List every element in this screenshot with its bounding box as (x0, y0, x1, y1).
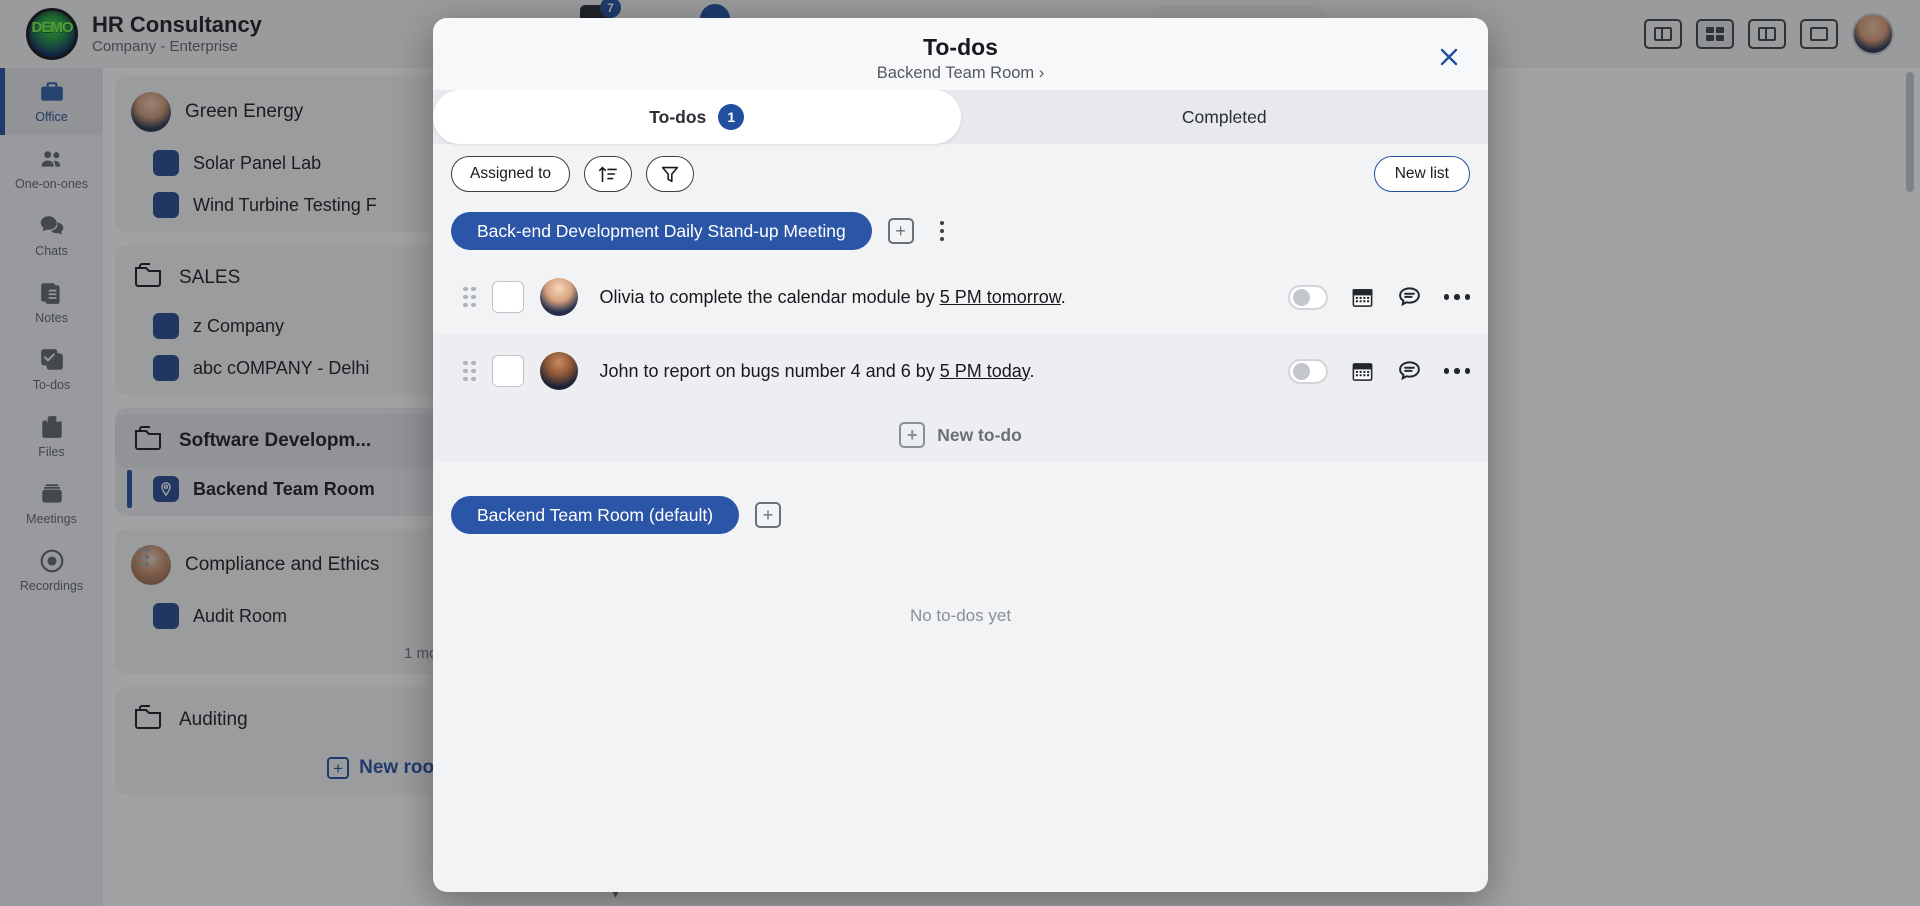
close-button[interactable] (1432, 40, 1466, 74)
modal-breadcrumb[interactable]: Backend Team Room › (433, 61, 1488, 83)
todos-toolbar: Assigned to New list (433, 144, 1488, 204)
tab-to-dos[interactable]: To-dos 1 (433, 90, 961, 144)
empty-state-message: No to-dos yet (909, 606, 1012, 625)
todo-due-link[interactable]: 5 PM today (940, 361, 1030, 381)
assignee-avatar[interactable] (539, 352, 578, 390)
tab-count-to-dos: 1 (718, 104, 745, 130)
more-options-icon[interactable] (1443, 294, 1470, 300)
todo-list-name[interactable]: Back-end Development Daily Stand-up Meet… (451, 212, 872, 250)
todo-list-name[interactable]: Backend Team Room (default) (451, 496, 740, 534)
row-actions (1287, 358, 1470, 384)
todo-list-header: Back-end Development Daily Stand-up Meet… (433, 204, 1488, 260)
sort-button[interactable] (584, 156, 632, 192)
todo-lists-container: Back-end Development Daily Stand-up Meet… (433, 204, 1488, 892)
drag-handle-icon[interactable] (463, 360, 476, 382)
todo-checkbox[interactable] (491, 281, 524, 313)
tab-completed[interactable]: Completed (961, 90, 1489, 144)
todo-text-before: John to report on bugs number 4 and 6 by (599, 360, 940, 381)
new-todo-button[interactable]: + New to-do (433, 408, 1488, 462)
filter-button[interactable] (646, 156, 694, 192)
table-row[interactable]: John to report on bugs number 4 and 6 by… (433, 334, 1488, 408)
calendar-icon[interactable] (1350, 285, 1375, 310)
assigned-to-filter-button[interactable]: Assigned to (451, 156, 570, 192)
drag-handle-icon[interactable] (463, 286, 476, 308)
todo-text-after: . (1060, 286, 1066, 307)
todo-text-before: Olivia to complete the calendar module b… (599, 286, 940, 307)
todos-modal: To-dos Backend Team Room › To-dos 1 Comp… (433, 18, 1488, 892)
toggle-switch[interactable] (1287, 284, 1328, 310)
tab-label-completed: Completed (1181, 106, 1267, 127)
todo-list-standup: Back-end Development Daily Stand-up Meet… (433, 204, 1488, 462)
todo-list-header: Backend Team Room (default) + (433, 488, 1488, 544)
filter-icon (661, 166, 679, 183)
table-row[interactable]: Olivia to complete the calendar module b… (433, 260, 1488, 334)
todo-due-link[interactable]: 5 PM tomorrow (940, 287, 1061, 307)
plus-square-icon[interactable]: + (755, 502, 782, 528)
more-options-icon[interactable] (1443, 368, 1470, 374)
modal-title: To-dos (923, 34, 998, 60)
kebab-menu-icon[interactable] (930, 217, 955, 246)
toggle-switch[interactable] (1287, 358, 1328, 384)
tab-label-to-dos: To-dos (649, 106, 707, 127)
todo-text[interactable]: Olivia to complete the calendar module b… (600, 287, 1268, 308)
assignee-avatar[interactable] (539, 278, 578, 316)
todo-text[interactable]: John to report on bugs number 4 and 6 by… (600, 361, 1268, 382)
sort-icon (598, 166, 618, 183)
modal-tabs: To-dos 1 Completed (433, 90, 1488, 144)
todo-checkbox[interactable] (491, 355, 524, 387)
comment-icon[interactable] (1397, 359, 1422, 384)
new-list-button[interactable]: New list (1373, 156, 1470, 192)
todo-text-after: . (1029, 360, 1035, 381)
close-icon (1440, 48, 1458, 66)
modal-header: To-dos Backend Team Room › (433, 18, 1488, 90)
comment-icon[interactable] (1397, 285, 1422, 310)
new-todo-label: New to-do (937, 424, 1022, 445)
row-actions (1287, 284, 1470, 310)
assigned-to-label: Assigned to (470, 165, 551, 182)
plus-square-icon[interactable]: + (887, 218, 914, 244)
plus-square-icon: + (899, 422, 926, 448)
new-list-label: New list (1394, 165, 1449, 182)
calendar-icon[interactable] (1350, 359, 1375, 384)
todo-list-default: Backend Team Room (default) + No to-dos … (433, 462, 1488, 626)
